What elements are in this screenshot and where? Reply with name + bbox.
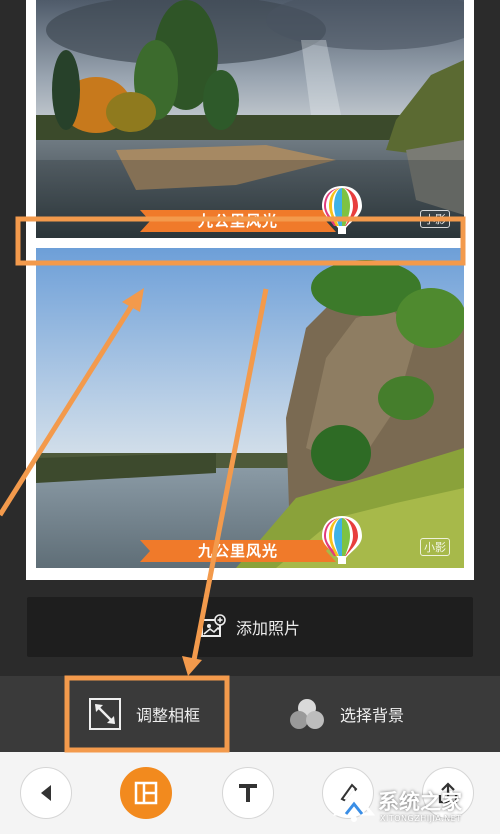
collage-photo-2[interactable]: 九公里风光 小影 [36, 248, 464, 568]
photo-caption: 九公里风光 [197, 212, 278, 230]
balloon-sticker-icon [320, 514, 364, 566]
edit-toolbar: 调整相框 选择背景 [0, 676, 500, 752]
text-button[interactable] [222, 767, 274, 819]
background-circles-icon [290, 699, 324, 729]
watermark-brand: 系统之家 [378, 790, 462, 814]
photo-caption-banner: 九公里风光 [140, 208, 336, 234]
layout-grid-icon [134, 781, 158, 805]
editor-canvas: 九公里风光 小影 九公里风光 小影 添加照片 [0, 0, 500, 676]
adjust-frame-button[interactable]: 调整相框 [88, 676, 200, 752]
add-photo-icon [200, 614, 226, 637]
photo-river-trees [36, 0, 464, 238]
site-logo-icon [332, 789, 376, 822]
text-icon [239, 784, 257, 802]
balloon-sticker-icon [320, 184, 364, 236]
site-watermark: 系统之家 XITONGZHIJIA.NET [330, 780, 500, 834]
select-background-label: 选择背景 [340, 706, 405, 725]
back-button[interactable] [20, 767, 72, 819]
photo-cliff-river [36, 248, 464, 568]
video-tag: 小影 [420, 538, 450, 556]
add-photo-label: 添加照片 [235, 619, 300, 638]
resize-frame-icon [89, 698, 121, 730]
video-tag: 小影 [420, 210, 450, 228]
back-arrow-icon [41, 785, 51, 801]
photo-caption-banner: 九公里风光 [140, 538, 336, 564]
adjust-frame-label: 调整相框 [136, 706, 201, 725]
add-photo-button[interactable]: 添加照片 [27, 597, 473, 657]
layout-button[interactable] [120, 767, 172, 819]
photo-caption: 九公里风光 [197, 542, 278, 560]
select-background-button[interactable]: 选择背景 [288, 676, 404, 752]
photo-collage-frame: 九公里风光 小影 九公里风光 小影 [26, 0, 474, 580]
watermark-url: XITONGZHIJIA.NET [380, 814, 462, 823]
collage-photo-1[interactable]: 九公里风光 小影 [36, 0, 464, 238]
